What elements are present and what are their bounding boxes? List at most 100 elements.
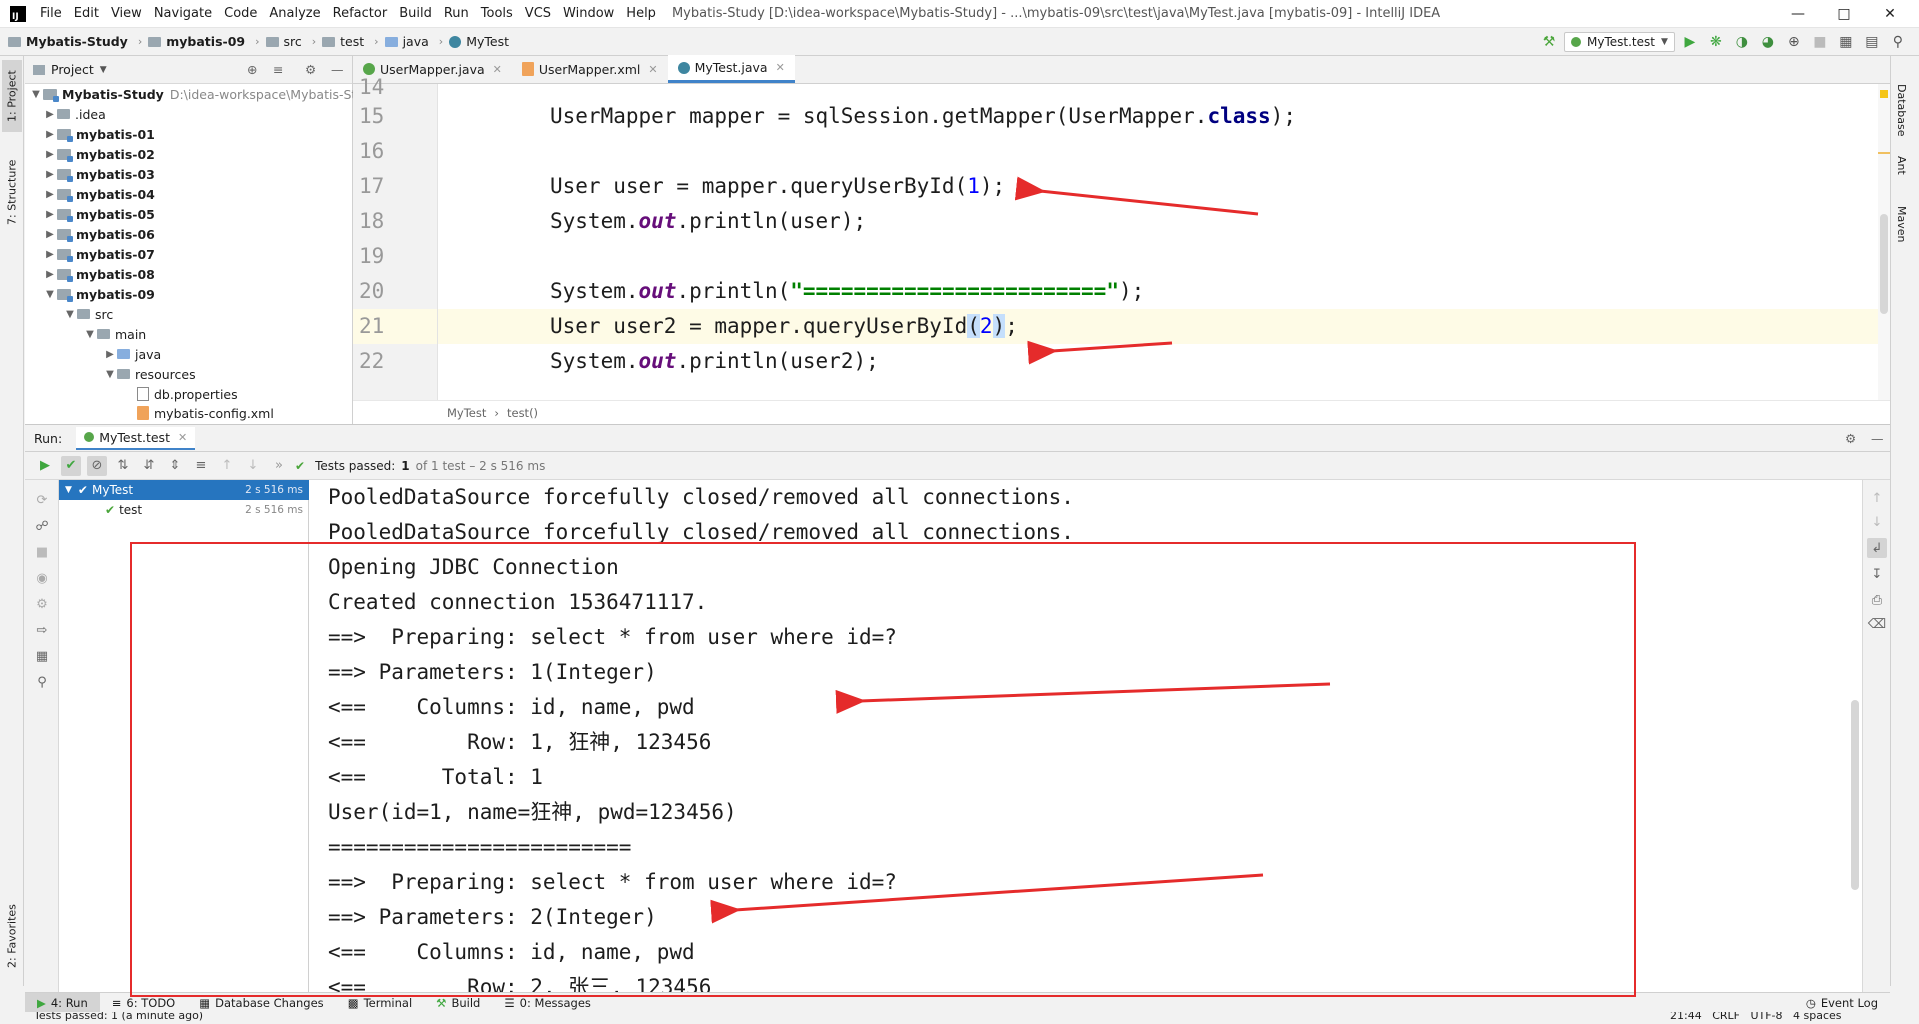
tree-item-mybatis-09[interactable]: ▼ mybatis-09 xyxy=(43,284,155,304)
export-icon[interactable]: ⇨ xyxy=(32,620,52,640)
test-node-method[interactable]: ✔ test 2 s 516 ms xyxy=(59,500,309,520)
settings-icon[interactable]: ⚙ xyxy=(32,594,52,614)
tab-usermapper-xml[interactable]: UserMapper.xml ✕ xyxy=(512,55,668,83)
debug-icon[interactable]: ❋ xyxy=(1705,31,1727,53)
tree-item-idea[interactable]: ▶ .idea xyxy=(43,104,106,124)
sort-duration-icon[interactable]: ⇵ xyxy=(139,456,159,476)
rerun-failed-icon[interactable]: ⟳ xyxy=(32,490,52,510)
breadcrumb-src[interactable]: src xyxy=(265,34,302,49)
collapse-all-icon[interactable]: ≡ xyxy=(191,456,211,476)
scrollbar-thumb[interactable] xyxy=(1851,700,1859,890)
tree-item-mybatis-01[interactable]: ▶ mybatis-01 xyxy=(43,124,155,144)
arrow-down-icon[interactable]: ↓ xyxy=(243,456,263,476)
coverage-icon[interactable]: ◑ xyxy=(1731,31,1753,53)
tab-favorites[interactable]: 2: Favorites xyxy=(2,896,22,976)
arrow-up-icon[interactable]: ↑ xyxy=(217,456,237,476)
menu-edit[interactable]: Edit xyxy=(68,0,105,28)
toggle-auto-test-icon[interactable]: ☍ xyxy=(32,516,52,536)
tab-mytest-java[interactable]: MyTest.java ✕ xyxy=(667,55,795,83)
tree-item-mybatis-config[interactable]: mybatis-config.xml xyxy=(137,404,274,422)
tab-ant[interactable]: Ant xyxy=(1895,156,1908,175)
run-tab[interactable]: MyTest.test ✕ xyxy=(76,426,196,450)
editor-scrollbar[interactable] xyxy=(1878,84,1890,400)
expand-all-icon[interactable]: ⇕ xyxy=(165,456,185,476)
menu-analyze[interactable]: Analyze xyxy=(263,0,326,28)
print-icon[interactable]: ⎙ xyxy=(1867,590,1887,610)
show-passed-icon[interactable]: ✔ xyxy=(61,455,81,476)
breadcrumb-class[interactable]: MyTest xyxy=(447,406,486,420)
scroll-to-end-icon[interactable]: ↧ xyxy=(1867,564,1887,584)
tab-database[interactable]: Database xyxy=(1895,84,1908,137)
build-hammer-icon[interactable]: ⚒ xyxy=(1538,31,1560,53)
close-window-button[interactable]: ✕ xyxy=(1867,0,1913,28)
status-right[interactable]: 21:44 CRLF UTF-8 4 spaces xyxy=(1670,1012,1842,1022)
menu-help[interactable]: Help xyxy=(620,0,662,28)
trash-icon[interactable]: ⌫ xyxy=(1867,614,1887,634)
minimize-button[interactable]: — xyxy=(1775,0,1821,28)
search-icon[interactable]: ⚲ xyxy=(1887,31,1909,53)
menu-navigate[interactable]: Navigate xyxy=(148,0,218,28)
breadcrumb-class[interactable]: MyTest xyxy=(449,34,509,49)
run-configuration-select[interactable]: MyTest.test ▼ xyxy=(1564,32,1675,52)
chevron-down-icon[interactable]: ▼ xyxy=(100,65,107,75)
menu-file[interactable]: File xyxy=(34,0,68,28)
breadcrumb-project[interactable]: Mybatis-Study xyxy=(8,34,128,49)
soft-wrap-icon[interactable]: ↲ xyxy=(1867,538,1887,558)
breadcrumb-method[interactable]: test() xyxy=(507,406,538,420)
tab-run[interactable]: ▶ 4: Run xyxy=(25,992,100,1013)
tab-structure[interactable]: 7: Structure xyxy=(2,152,22,232)
arrow-up-icon[interactable]: ↑ xyxy=(1867,488,1887,508)
stop-icon[interactable]: ■ xyxy=(32,542,52,562)
scrollbar-thumb[interactable] xyxy=(1880,214,1888,314)
console-scrollbar[interactable] xyxy=(1848,480,1862,992)
stop-icon[interactable]: ■ xyxy=(1809,31,1831,53)
tree-item-resources[interactable]: ▼ resources xyxy=(103,364,195,384)
tree-item-mybatis-08[interactable]: ▶ mybatis-08 xyxy=(43,264,155,284)
menu-window[interactable]: Window xyxy=(557,0,620,28)
code-editor[interactable]: UserMapper mapper = sqlSession.getMapper… xyxy=(438,84,1890,400)
show-ignored-icon[interactable]: ⊘ xyxy=(87,455,107,476)
close-icon[interactable]: ✕ xyxy=(493,63,502,76)
arrow-down-icon[interactable]: ↓ xyxy=(1867,512,1887,532)
menu-build[interactable]: Build xyxy=(393,0,438,28)
attach-icon[interactable]: ⊕ xyxy=(1783,31,1805,53)
project-view-select[interactable]: Project xyxy=(51,62,94,77)
hide-icon[interactable]: — xyxy=(331,62,344,77)
tab-event-log[interactable]: ◷ Event Log xyxy=(1794,993,1890,1013)
tree-root[interactable]: ▼ Mybatis-Study D:\idea-workspace\Mybati… xyxy=(29,84,380,104)
tree-item-mybatis-07[interactable]: ▶ mybatis-07 xyxy=(43,244,155,264)
profile-icon[interactable]: ◕ xyxy=(1757,31,1779,53)
tree-item-mybatis-05[interactable]: ▶ mybatis-05 xyxy=(43,204,155,224)
run-icon[interactable]: ▶ xyxy=(1679,31,1701,53)
locate-icon[interactable]: ⊕ xyxy=(247,62,257,77)
layout-icon[interactable]: ▦ xyxy=(32,646,52,666)
camera-icon[interactable]: ◉ xyxy=(32,568,52,588)
tree-item-mybatis-04[interactable]: ▶ mybatis-04 xyxy=(43,184,155,204)
gear-icon[interactable]: ⚙ xyxy=(305,62,316,77)
menu-tools[interactable]: Tools xyxy=(475,0,519,28)
project-structure-icon[interactable]: ▦ xyxy=(1835,31,1857,53)
tree-item-main[interactable]: ▼ main xyxy=(83,324,146,344)
sort-alpha-icon[interactable]: ⇅ xyxy=(113,456,133,476)
close-icon[interactable]: ✕ xyxy=(178,431,187,444)
menu-code[interactable]: Code xyxy=(218,0,263,28)
tree-item-mybatis-06[interactable]: ▶ mybatis-06 xyxy=(43,224,155,244)
menu-refactor[interactable]: Refactor xyxy=(327,0,394,28)
close-icon[interactable]: ✕ xyxy=(776,61,785,74)
tab-project[interactable]: 1: Project xyxy=(2,60,22,132)
menu-run[interactable]: Run xyxy=(438,0,475,28)
tab-maven[interactable]: Maven xyxy=(1895,206,1908,242)
hide-icon[interactable]: — xyxy=(1871,431,1884,446)
tree-item-src[interactable]: ▼ src xyxy=(63,304,113,324)
tree-item-mybatis-03[interactable]: ▶ mybatis-03 xyxy=(43,164,155,184)
test-node-class[interactable]: ▼ ✔ MyTest 2 s 516 ms xyxy=(59,480,309,500)
tree-item-mybatis-02[interactable]: ▶ mybatis-02 xyxy=(43,144,155,164)
tree-item-java[interactable]: ▶ java xyxy=(103,344,161,364)
menu-vcs[interactable]: VCS xyxy=(519,0,557,28)
more-icon[interactable]: » xyxy=(269,456,289,476)
layout-icon[interactable]: ▤ xyxy=(1861,31,1883,53)
gear-icon[interactable]: ⚙ xyxy=(1845,431,1856,446)
breadcrumb-module[interactable]: mybatis-09 xyxy=(148,34,245,49)
menu-view[interactable]: View xyxy=(105,0,148,28)
close-icon[interactable]: ✕ xyxy=(648,63,657,76)
